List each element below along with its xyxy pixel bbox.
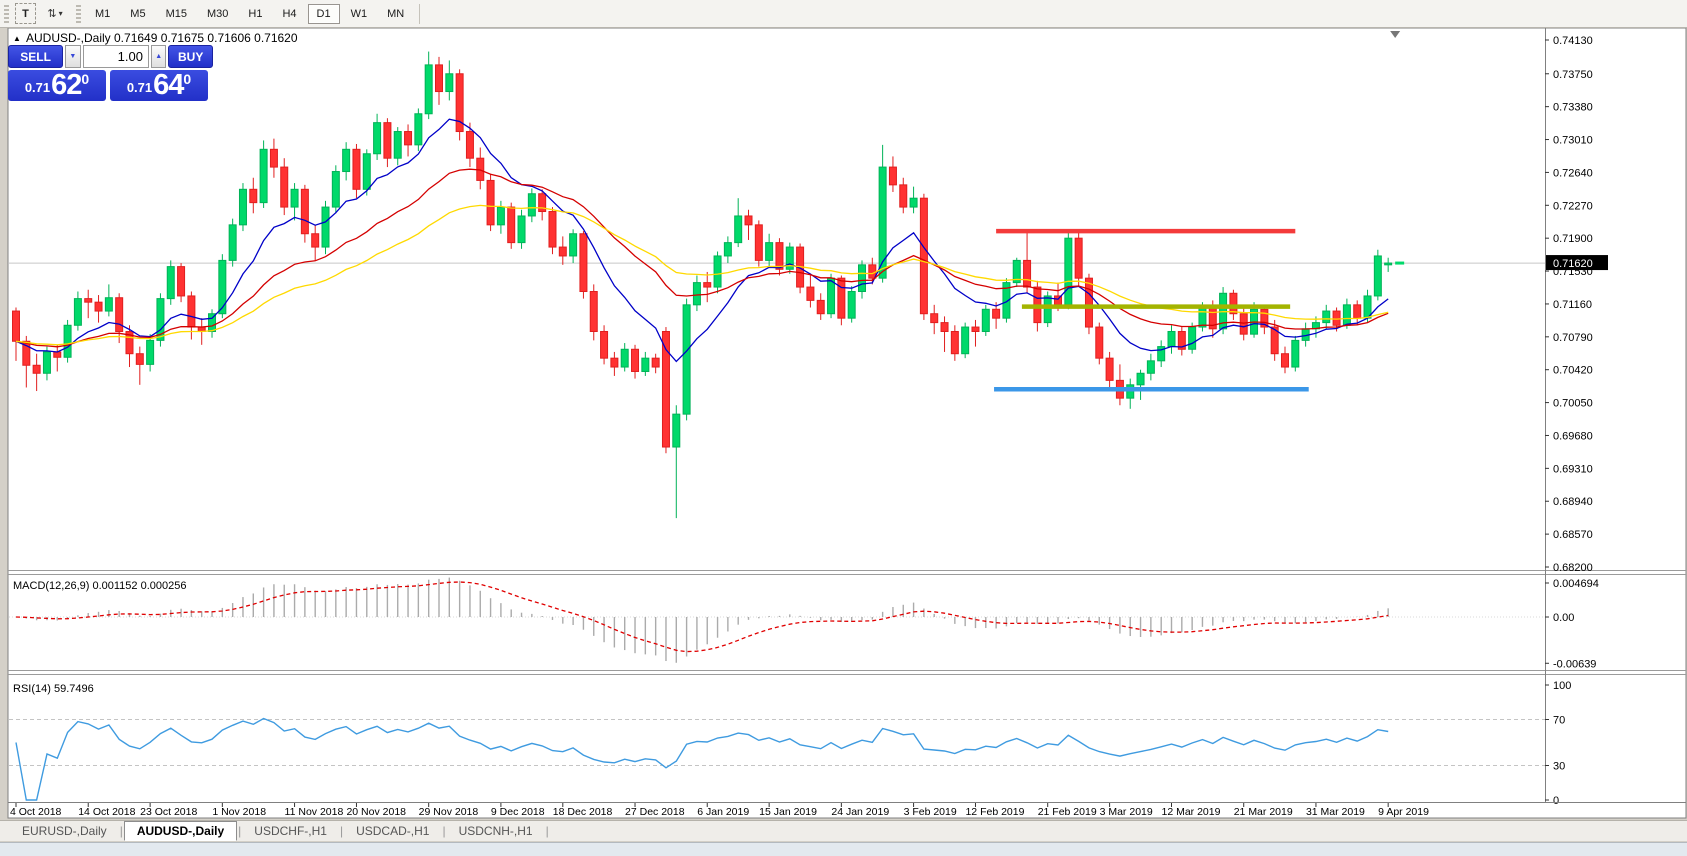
tab-separator: | [546, 824, 549, 838]
date-tick-label: 21 Feb 2019 [1038, 806, 1097, 818]
macd-axis-label: 0.004694 [1553, 578, 1599, 590]
chart-tab-usdcad-h1[interactable]: USDCAD-,H1 [344, 822, 441, 840]
date-tick-label: 1 Nov 2018 [212, 806, 266, 818]
chart-tabs-bar: EURUSD-,Daily|AUDUSD-,Daily|USDCHF-,H1|U… [0, 820, 1687, 841]
sort-arrows-icon: ⇅ [47, 7, 56, 20]
chart-area[interactable]: 0.74130 0.73750 0.73380 0.73010 0.72640 0.722… [0, 0, 1687, 856]
date-tick-label: 14 Oct 2018 [78, 806, 135, 818]
price-tick-label: 0.73010 [1553, 135, 1593, 147]
timeframe-button-d1[interactable]: D1 [308, 4, 340, 24]
trade-panel-top-row: SELL ▼ 1.00 ▲ BUY [8, 45, 213, 68]
price-tick-label: 0.72270 [1553, 200, 1593, 212]
price-tick-label: 0.74130 [1553, 35, 1593, 47]
toolbar-grip-handle[interactable] [76, 5, 81, 23]
date-tick-label: 3 Mar 2019 [1100, 806, 1153, 818]
buy-button[interactable]: BUY [168, 45, 213, 68]
date-tick-label: 3 Feb 2019 [904, 806, 957, 818]
date-tick-label: 27 Dec 2018 [625, 806, 685, 818]
date-tick-label: 11 Nov 2018 [285, 806, 344, 818]
price-tick-label: 0.68570 [1553, 529, 1593, 541]
one-click-trading-panel: SELL ▼ 1.00 ▲ BUY 0.71 62 0 0.71 64 0 [8, 45, 213, 101]
text-tool-icon[interactable]: T [15, 3, 36, 24]
rsi-axis-label: 0 [1553, 795, 1559, 807]
top-toolbar: T ⇅ ▾ M1M5M15M30H1H4D1W1MN [0, 0, 1687, 28]
macd-indicator-label: MACD(12,26,9) 0.001152 0.000256 [13, 580, 186, 592]
date-tick-label: 29 Nov 2018 [419, 806, 479, 818]
volume-input[interactable]: 1.00 [83, 45, 149, 68]
tab-separator: | [340, 824, 343, 838]
arrows-tool-icon[interactable]: ⇅ ▾ [40, 4, 70, 23]
tab-separator: | [120, 824, 123, 838]
date-tick-label: 12 Feb 2019 [965, 806, 1024, 818]
price-tick-label: 0.73380 [1553, 102, 1593, 114]
timeframe-button-h1[interactable]: H1 [239, 4, 271, 24]
timeframe-button-m15[interactable]: M15 [157, 4, 196, 24]
chart-tab-usdcnh-h1[interactable]: USDCNH-,H1 [447, 822, 545, 840]
rsi-axis-label: 30 [1553, 761, 1565, 773]
chart-title: AUDUSD-,Daily 0.71649 0.71675 0.71606 0.… [26, 31, 298, 45]
date-tick-label: 15 Jan 2019 [759, 806, 817, 818]
price-tick-label: 0.70420 [1553, 365, 1593, 377]
timeframe-button-w1[interactable]: W1 [342, 4, 377, 24]
price-tick-label: 0.72640 [1553, 167, 1593, 179]
buy-price-display[interactable]: 0.71 64 0 [110, 70, 208, 101]
panel-collapse-icon[interactable]: ▲ [13, 34, 21, 43]
sell-price-display[interactable]: 0.71 62 0 [8, 70, 106, 101]
macd-axis-label: 0.00 [1553, 612, 1574, 624]
buy-price-pipette: 0 [183, 72, 191, 86]
sell-price-prefix: 0.71 [25, 76, 50, 100]
toolbar-separator [419, 4, 420, 24]
sell-button[interactable]: SELL [8, 45, 63, 68]
date-tick-label: 9 Dec 2018 [491, 806, 545, 818]
rsi-axis-label: 100 [1553, 680, 1571, 692]
macd-axis-label: -0.00639 [1553, 658, 1596, 670]
price-tick-label: 0.69310 [1553, 463, 1593, 475]
price-tick-label: 0.70050 [1553, 398, 1593, 410]
volume-increase-button[interactable]: ▲ [151, 45, 166, 68]
sell-price-big-digits: 62 [51, 71, 81, 100]
timeframe-button-h4[interactable]: H4 [273, 4, 305, 24]
price-tick-label: 0.70790 [1553, 332, 1593, 344]
chart-window-background [8, 28, 1686, 818]
toolbar-grip-handle[interactable] [4, 5, 9, 23]
buy-price-big-digits: 64 [153, 71, 183, 100]
timeframe-button-m1[interactable]: M1 [86, 4, 119, 24]
date-tick-label: 9 Apr 2019 [1378, 806, 1429, 818]
date-tick-label: 31 Mar 2019 [1306, 806, 1365, 818]
timeframe-button-mn[interactable]: MN [378, 4, 413, 24]
date-tick-label: 21 Mar 2019 [1234, 806, 1293, 818]
last-price-marker-icon [1395, 262, 1404, 265]
date-tick-label: 12 Mar 2019 [1162, 806, 1221, 818]
tab-separator: | [238, 824, 241, 838]
buy-price-prefix: 0.71 [127, 76, 152, 100]
chart-tab-audusd-daily[interactable]: AUDUSD-,Daily [124, 821, 237, 841]
price-tick-label: 0.71160 [1553, 299, 1592, 311]
tab-separator: | [442, 824, 445, 838]
timeframe-button-m30[interactable]: M30 [198, 4, 237, 24]
price-tick-label: 0.73750 [1553, 69, 1593, 81]
trade-panel-price-row: 0.71 62 0 0.71 64 0 [8, 70, 213, 101]
current-price-label: 0.71620 [1553, 258, 1593, 270]
timeframe-button-group: M1M5M15M30H1H4D1W1MN [85, 4, 414, 24]
date-tick-label: 4 Oct 2018 [10, 806, 62, 818]
price-tick-label: 0.68940 [1553, 496, 1593, 508]
rsi-axis-label: 70 [1553, 715, 1565, 727]
chart-tab-usdchf-h1[interactable]: USDCHF-,H1 [242, 822, 339, 840]
chart-tab-eurusd-daily[interactable]: EURUSD-,Daily [10, 822, 119, 840]
status-bar [0, 842, 1687, 856]
sell-price-pipette: 0 [81, 72, 89, 86]
rsi-indicator-label: RSI(14) 59.7496 [13, 683, 94, 695]
price-tick-label: 0.69680 [1553, 430, 1593, 442]
date-tick-label: 20 Nov 2018 [346, 806, 406, 818]
date-tick-label: 24 Jan 2019 [831, 806, 889, 818]
date-tick-label: 23 Oct 2018 [140, 806, 197, 818]
price-tick-label: 0.68200 [1553, 562, 1593, 574]
timeframe-button-m5[interactable]: M5 [121, 4, 154, 24]
chevron-down-icon: ▾ [59, 9, 63, 18]
date-tick-label: 18 Dec 2018 [553, 806, 613, 818]
price-tick-label: 0.71900 [1553, 233, 1593, 245]
date-tick-label: 6 Jan 2019 [697, 806, 749, 818]
volume-decrease-button[interactable]: ▼ [65, 45, 80, 68]
